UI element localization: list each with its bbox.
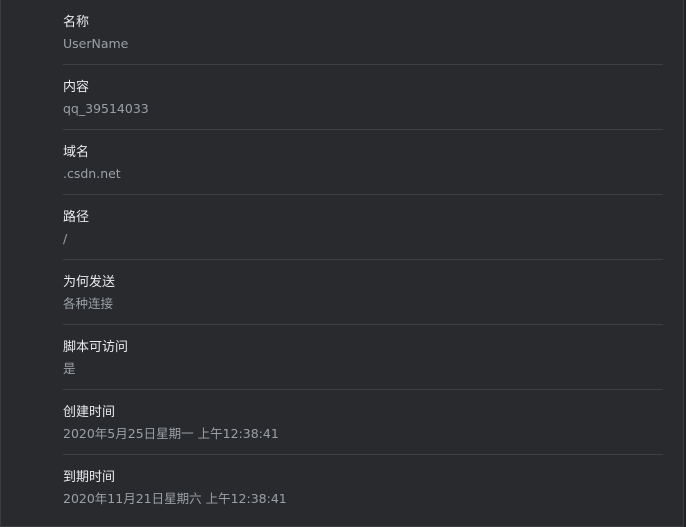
property-label: 脚本可访问	[63, 340, 129, 355]
property-value: UserName	[63, 36, 129, 51]
property-value: 是	[63, 361, 76, 376]
property-value: 2020年5月25日星期一 上午12:38:41	[63, 426, 279, 441]
property-path: 路径 /	[63, 195, 663, 260]
property-content: 内容 qq_39514033	[63, 65, 663, 130]
property-value: .csdn.net	[63, 166, 121, 181]
cookie-property-list: 名称 UserName 内容 qq_39514033 域名 .csdn.net …	[63, 0, 663, 520]
property-name: 名称 UserName	[63, 0, 663, 65]
property-label: 创建时间	[63, 405, 116, 420]
property-label: 内容	[63, 80, 90, 95]
cookie-details-panel: 名称 UserName 内容 qq_39514033 域名 .csdn.net …	[0, 0, 684, 527]
property-label: 域名	[63, 145, 90, 160]
property-label: 到期时间	[63, 470, 116, 485]
property-label: 为何发送	[63, 275, 116, 290]
property-value: 各种连接	[63, 296, 114, 311]
property-value: qq_39514033	[63, 101, 149, 116]
property-domain: 域名 .csdn.net	[63, 130, 663, 195]
property-send-for: 为何发送 各种连接	[63, 260, 663, 325]
property-label: 路径	[63, 210, 90, 225]
property-value: /	[63, 231, 68, 246]
property-script-accessible: 脚本可访问 是	[63, 325, 663, 390]
property-label: 名称	[63, 15, 90, 30]
property-expires: 到期时间 2020年11月21日星期六 上午12:38:41	[63, 455, 663, 520]
property-value: 2020年11月21日星期六 上午12:38:41	[63, 491, 287, 506]
property-created: 创建时间 2020年5月25日星期一 上午12:38:41	[63, 390, 663, 455]
